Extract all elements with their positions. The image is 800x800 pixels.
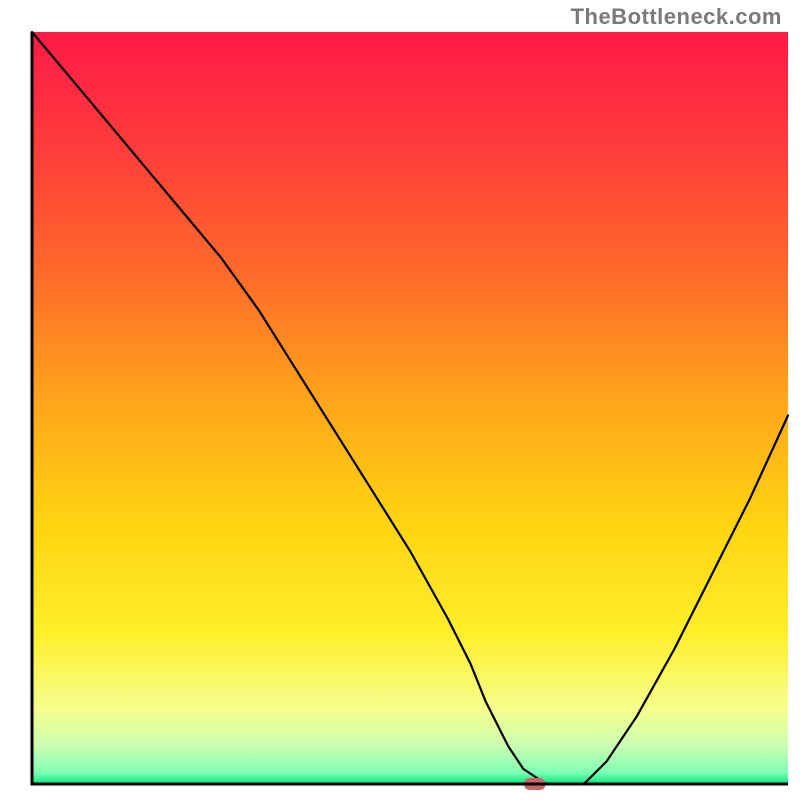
chart-container: TheBottleneck.com <box>0 0 800 800</box>
watermark-label: TheBottleneck.com <box>571 4 782 30</box>
bottleneck-chart <box>0 0 800 800</box>
plot-background <box>32 32 788 784</box>
